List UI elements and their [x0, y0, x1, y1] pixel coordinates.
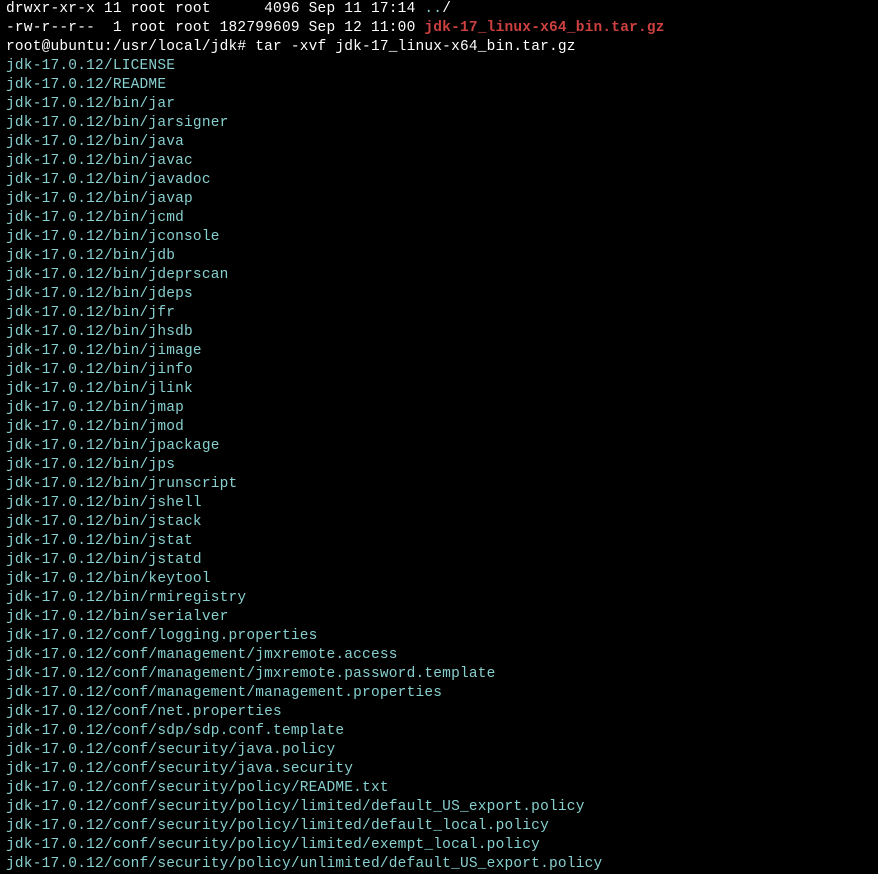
- extracted-file: jdk-17.0.12/bin/jrunscript: [6, 475, 872, 494]
- ls-entry-tarball: -rw-r--r-- 1 root root 182799609 Sep 12 …: [6, 19, 872, 38]
- extracted-file: jdk-17.0.12/conf/sdp/sdp.conf.template: [6, 722, 872, 741]
- extracted-file: jdk-17.0.12/bin/jstack: [6, 513, 872, 532]
- extracted-file: jdk-17.0.12/bin/jmod: [6, 418, 872, 437]
- extracted-file: jdk-17.0.12/bin/jar: [6, 95, 872, 114]
- extracted-file: jdk-17.0.12/bin/jarsigner: [6, 114, 872, 133]
- extracted-file: jdk-17.0.12/bin/jcmd: [6, 209, 872, 228]
- extracted-file: jdk-17.0.12/conf/security/java.policy: [6, 741, 872, 760]
- extracted-file: jdk-17.0.12/bin/jdeprscan: [6, 266, 872, 285]
- extracted-file: jdk-17.0.12/conf/management/jmxremote.pa…: [6, 665, 872, 684]
- extracted-file: jdk-17.0.12/bin/keytool: [6, 570, 872, 589]
- extracted-file: jdk-17.0.12/bin/jconsole: [6, 228, 872, 247]
- extracted-file: jdk-17.0.12/conf/security/policy/limited…: [6, 836, 872, 855]
- extracted-file: jdk-17.0.12/conf/logging.properties: [6, 627, 872, 646]
- extracted-file: jdk-17.0.12/conf/security/java.security: [6, 760, 872, 779]
- extracted-file: jdk-17.0.12/conf/net.properties: [6, 703, 872, 722]
- command-line: root@ubuntu:/usr/local/jdk# tar -xvf jdk…: [6, 38, 872, 57]
- extracted-file: jdk-17.0.12/LICENSE: [6, 57, 872, 76]
- terminal-output[interactable]: drwxr-xr-x 11 root root 4096 Sep 11 17:1…: [6, 0, 872, 874]
- typed-command: tar -xvf jdk-17_linux-x64_bin.tar.gz: [246, 39, 575, 55]
- extracted-file: jdk-17.0.12/conf/security/policy/limited…: [6, 798, 872, 817]
- extracted-file: jdk-17.0.12/bin/jlink: [6, 380, 872, 399]
- extracted-file: jdk-17.0.12/bin/javap: [6, 190, 872, 209]
- extracted-file: jdk-17.0.12/conf/security/policy/unlimit…: [6, 855, 872, 874]
- extracted-file: jdk-17.0.12/bin/jps: [6, 456, 872, 475]
- extracted-file: jdk-17.0.12/conf/security/policy/README.…: [6, 779, 872, 798]
- extracted-file: jdk-17.0.12/bin/jstatd: [6, 551, 872, 570]
- extracted-file: jdk-17.0.12/conf/management/management.p…: [6, 684, 872, 703]
- extracted-file: jdk-17.0.12/bin/jinfo: [6, 361, 872, 380]
- extracted-file: jdk-17.0.12/bin/jshell: [6, 494, 872, 513]
- extracted-file: jdk-17.0.12/bin/serialver: [6, 608, 872, 627]
- extracted-file: jdk-17.0.12/bin/rmiregistry: [6, 589, 872, 608]
- extracted-file: jdk-17.0.12/README: [6, 76, 872, 95]
- shell-prompt: root@ubuntu:/usr/local/jdk#: [6, 39, 246, 55]
- extracted-file: jdk-17.0.12/bin/jfr: [6, 304, 872, 323]
- extracted-file: jdk-17.0.12/bin/jmap: [6, 399, 872, 418]
- ls-entry-parent: drwxr-xr-x 11 root root 4096 Sep 11 17:1…: [6, 0, 872, 19]
- tarball-filename: jdk-17_linux-x64_bin.tar.gz: [424, 20, 664, 36]
- extracted-file: jdk-17.0.12/bin/javadoc: [6, 171, 872, 190]
- extracted-file: jdk-17.0.12/bin/jstat: [6, 532, 872, 551]
- extracted-file: jdk-17.0.12/bin/jhsdb: [6, 323, 872, 342]
- extracted-file: jdk-17.0.12/bin/jpackage: [6, 437, 872, 456]
- extracted-file: jdk-17.0.12/bin/java: [6, 133, 872, 152]
- extracted-file: jdk-17.0.12/bin/jdeps: [6, 285, 872, 304]
- extracted-file: jdk-17.0.12/bin/jdb: [6, 247, 872, 266]
- extracted-file: jdk-17.0.12/bin/jimage: [6, 342, 872, 361]
- extracted-file: jdk-17.0.12/conf/management/jmxremote.ac…: [6, 646, 872, 665]
- extracted-file: jdk-17.0.12/conf/security/policy/limited…: [6, 817, 872, 836]
- tar-extract-output: jdk-17.0.12/LICENSEjdk-17.0.12/READMEjdk…: [6, 57, 872, 874]
- extracted-file: jdk-17.0.12/bin/javac: [6, 152, 872, 171]
- parent-dir-link: ..: [424, 1, 442, 17]
